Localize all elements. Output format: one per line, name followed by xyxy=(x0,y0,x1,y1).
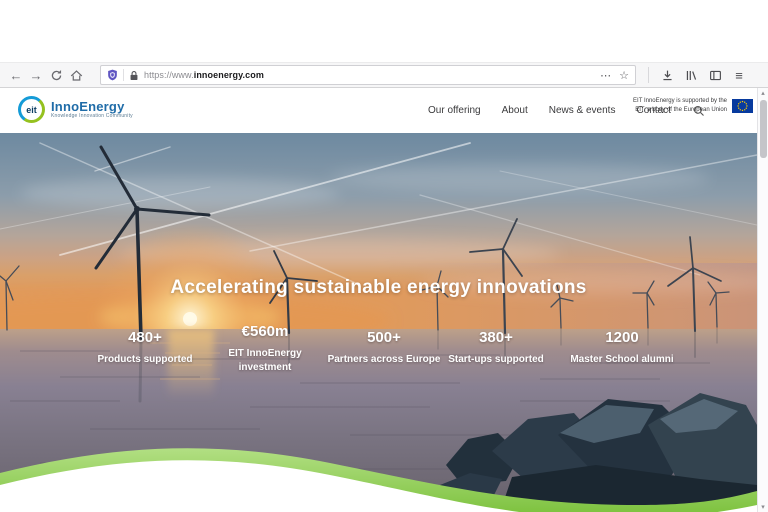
urlbar-divider xyxy=(123,69,124,81)
library-icon[interactable] xyxy=(681,65,701,85)
url-domain: innoenergy.com xyxy=(194,70,264,80)
bookmark-star-icon[interactable]: ☆ xyxy=(619,69,629,82)
stat-value: 480+ xyxy=(85,329,205,346)
logo-tagline: Knowledge Innovation Community xyxy=(51,114,133,120)
nav-item-news-events[interactable]: News & events xyxy=(549,105,616,116)
page-actions-icon[interactable]: ⋯ xyxy=(600,69,612,82)
stat-value: 380+ xyxy=(435,329,557,346)
eu-flag-icon xyxy=(732,99,753,113)
hero-stats: 480+ Products supported €560m EIT InnoEn… xyxy=(0,329,757,419)
refresh-icon[interactable] xyxy=(46,65,66,85)
lock-icon xyxy=(129,70,139,81)
hero-headline: Accelerating sustainable energy innovati… xyxy=(0,277,757,299)
eu-support-text: EIT InnoEnergy is supported by the EIT, … xyxy=(633,97,727,114)
sidebar-toggle-icon[interactable] xyxy=(705,65,725,85)
eu-support-line1: EIT InnoEnergy is supported by the xyxy=(633,97,727,106)
downloads-glyph xyxy=(661,69,674,82)
stat-partners: 500+ Partners across Europe xyxy=(323,329,445,367)
toolbar-right-icons: ≡ xyxy=(644,65,749,85)
toolbar-divider xyxy=(648,67,649,83)
stat-label: Products supported xyxy=(85,353,205,367)
tracking-shield-icon[interactable] xyxy=(107,69,118,81)
stat-value: 1200 xyxy=(556,329,688,346)
home-glyph xyxy=(70,69,83,82)
url-bar[interactable]: https://www.innoenergy.com ⋯ ☆ xyxy=(100,65,636,85)
stat-label: Start-ups supported xyxy=(435,353,557,367)
stat-value: 500+ xyxy=(323,329,445,346)
site-header: eit InnoEnergy Knowledge Innovation Comm… xyxy=(0,88,757,133)
logo-text: InnoEnergy Knowledge Innovation Communit… xyxy=(51,100,133,120)
stat-label: Partners across Europe xyxy=(323,353,445,367)
scrollbar-thumb[interactable] xyxy=(760,100,767,158)
scrollbar-down-icon[interactable]: ▾ xyxy=(758,502,768,512)
eu-support-line2: EIT, a body of the European Union xyxy=(633,106,727,115)
menu-glyph: ≡ xyxy=(735,69,743,82)
url-text: https://www.innoenergy.com xyxy=(144,70,264,80)
scrollbar-up-icon[interactable]: ▴ xyxy=(758,88,768,98)
eu-support-note: EIT InnoEnergy is supported by the EIT, … xyxy=(633,97,753,114)
stat-alumni: 1200 Master School alumni xyxy=(556,329,688,367)
back-glyph: ← xyxy=(10,69,23,82)
nav-item-about[interactable]: About xyxy=(502,105,528,116)
stat-startups: 380+ Start-ups supported xyxy=(435,329,557,367)
page-scrollbar[interactable]: ▴ ▾ xyxy=(757,88,768,512)
innoenergy-logo[interactable]: eit InnoEnergy Knowledge Innovation Comm… xyxy=(18,96,133,123)
browser-window: ← → https://www.inno xyxy=(0,0,768,512)
urlbar-actions: ⋯ ☆ xyxy=(600,69,629,82)
forward-glyph: → xyxy=(30,69,43,82)
refresh-glyph xyxy=(50,69,63,82)
forward-icon[interactable]: → xyxy=(26,65,46,85)
stat-products: 480+ Products supported xyxy=(85,329,205,367)
sidebar-glyph xyxy=(709,69,722,82)
eit-logo-text: eit xyxy=(21,99,42,120)
stat-label: Master School alumni xyxy=(556,353,688,367)
library-glyph xyxy=(685,69,698,82)
eit-logo-icon: eit xyxy=(18,96,45,123)
stat-value: €560m xyxy=(204,323,326,340)
home-icon[interactable] xyxy=(66,65,86,85)
menu-icon[interactable]: ≡ xyxy=(729,65,749,85)
stat-investment: €560m EIT InnoEnergy investment xyxy=(204,323,326,374)
downloads-icon[interactable] xyxy=(657,65,677,85)
url-prefix: https://www. xyxy=(144,70,194,80)
stat-label: EIT InnoEnergy investment xyxy=(204,347,326,374)
browser-toolbar: ← → https://www.inno xyxy=(0,62,768,88)
eu-flag-stars xyxy=(732,99,753,113)
hero-artwork xyxy=(0,133,757,512)
nav-item-our-offering[interactable]: Our offering xyxy=(428,105,481,116)
back-icon[interactable]: ← xyxy=(6,65,26,85)
hero-image: Accelerating sustainable energy innovati… xyxy=(0,133,757,512)
logo-name: InnoEnergy xyxy=(51,100,133,114)
